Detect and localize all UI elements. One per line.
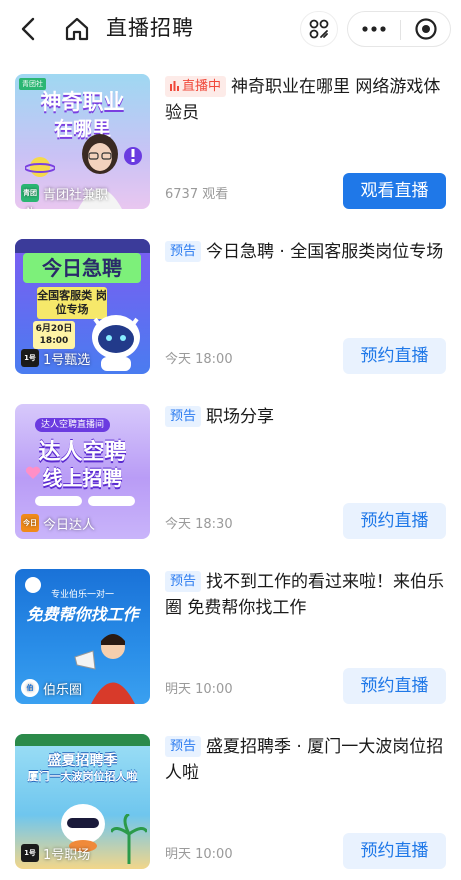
source-name: 1号甄选 xyxy=(43,352,91,368)
reserve-live-button[interactable]: 预约直播 xyxy=(343,833,446,869)
source-logo: 1号 xyxy=(21,349,39,367)
item-info: 直播中 神奇职业在哪里 网络游戏体验员 xyxy=(165,74,450,126)
source-name: 青团社兼职 xyxy=(43,187,109,203)
start-time: 今天 18:30 xyxy=(165,517,233,532)
target-close-icon xyxy=(415,18,437,40)
poster-image: 专业伯乐一对一 免费帮你找工作 伯 伯乐圈 xyxy=(15,569,150,704)
megaphone-person-illustration xyxy=(74,634,135,704)
poster-image: 今日急聘 全国客服类 岗位专场 6月20日 18:00 1号 1号甄选 xyxy=(15,239,150,374)
preview-badge: 预告 xyxy=(165,241,202,262)
start-time: 今天 18:00 xyxy=(165,352,233,367)
live-badge: 直播中 xyxy=(165,76,227,97)
scan-button[interactable] xyxy=(300,11,338,47)
robot-mascot-illustration xyxy=(92,315,140,371)
preview-badge: 预告 xyxy=(165,571,202,592)
nav-bar: 直播招聘 xyxy=(0,0,461,58)
poster-source: 青团社 青团社兼职 xyxy=(21,183,109,209)
heart-icon xyxy=(25,466,41,479)
source-logo: 今日 xyxy=(21,514,39,532)
mini-program-capsule xyxy=(347,11,451,47)
source-name: 1号职场 xyxy=(43,847,91,863)
scan-icon xyxy=(309,19,329,39)
poster-source: 今日 今日达人 xyxy=(21,513,95,533)
item-title: 盛夏招聘季 · 厦门一大波岗位招人啦 xyxy=(165,737,444,783)
poster-image: 青团社 神奇职业 在哪里 青团社 青团社兼职 xyxy=(15,74,150,209)
item-info: 预告 找不到工作的看过来啦！来伯乐圈 免费帮你找工作 xyxy=(165,569,450,621)
poster-heading: 盛夏招聘季 xyxy=(47,753,118,769)
source-logo: 伯 xyxy=(21,679,39,697)
reserve-live-button[interactable]: 预约直播 xyxy=(343,668,446,704)
poster-image: 盛夏招聘季 厦门一大波岗位招人啦 1号 1号职场 xyxy=(15,734,150,869)
item-info: 预告 盛夏招聘季 · 厦门一大波岗位招人啦 xyxy=(165,734,450,786)
list-item[interactable]: 专业伯乐一对一 免费帮你找工作 伯 伯乐圈 预告 找不到工作的看过来啦！来伯乐圈 … xyxy=(0,553,461,704)
poster-source: 1号 1号职场 xyxy=(21,843,90,863)
live-bars-icon xyxy=(170,81,179,91)
item-title: 找不到工作的看过来啦！来伯乐圈 免费帮你找工作 xyxy=(165,572,445,618)
close-button[interactable] xyxy=(400,12,452,46)
poster-subheading: 免费帮你找工作 xyxy=(26,605,139,624)
poster-image: 达人空聘直播间 达人空聘 线上招聘 今日 今日达人 xyxy=(15,404,150,539)
item-title-block: 预告 盛夏招聘季 · 厦门一大波岗位招人啦 xyxy=(165,734,450,786)
poster-pill xyxy=(88,496,135,506)
source-logo: 青团社 xyxy=(21,184,39,209)
poster-source: 伯 伯乐圈 xyxy=(21,678,82,698)
palm-leaf-illustration xyxy=(111,814,147,864)
poster-heading: 今日急聘 xyxy=(23,253,141,283)
preview-badge: 预告 xyxy=(165,736,202,757)
item-title: 职场分享 xyxy=(206,407,275,427)
poster-colorbar xyxy=(15,239,150,253)
planet-illustration xyxy=(25,157,55,177)
start-time: 明天 10:00 xyxy=(165,682,233,697)
item-title-block: 预告 今日急聘 · 全国客服类岗位专场 xyxy=(165,239,450,265)
chevron-left-icon xyxy=(21,17,35,41)
item-info: 预告 职场分享 xyxy=(165,404,450,430)
source-name: 今日达人 xyxy=(43,517,96,533)
item-title-block: 预告 找不到工作的看过来啦！来伯乐圈 免费帮你找工作 xyxy=(165,569,450,621)
source-logo: 1号 xyxy=(21,844,39,862)
reserve-live-button[interactable]: 预约直播 xyxy=(343,338,446,374)
reserve-live-button[interactable]: 预约直播 xyxy=(343,503,446,539)
list-item[interactable]: 青团社 神奇职业 在哪里 青团社 青团社兼职 xyxy=(0,58,461,209)
poster-heading: 专业伯乐一对一 xyxy=(50,590,114,600)
poster-source: 1号 1号甄选 xyxy=(21,348,90,368)
watch-live-button[interactable]: 观看直播 xyxy=(343,173,446,209)
start-time: 明天 10:00 xyxy=(165,847,233,862)
view-count: 6737 观看 xyxy=(165,187,229,202)
list-item[interactable]: 盛夏招聘季 厦门一大波岗位招人啦 1号 1号职场 预告 盛夏招聘季 · 厦门一大波… xyxy=(0,718,461,869)
poster-date: 6月20日 18:00 xyxy=(33,321,75,349)
item-title: 今日急聘 · 全国客服类岗位专场 xyxy=(206,242,444,262)
item-title-block: 预告 职场分享 xyxy=(165,404,450,430)
item-title-block: 直播中 神奇职业在哪里 网络游戏体验员 xyxy=(165,74,450,126)
list-item[interactable]: 今日急聘 全国客服类 岗位专场 6月20日 18:00 1号 1号甄选 预告 今日… xyxy=(0,223,461,374)
home-button[interactable] xyxy=(62,14,92,44)
more-dots-icon xyxy=(362,26,386,32)
list-item[interactable]: 达人空聘直播间 达人空聘 线上招聘 今日 今日达人 预告 职场分享 今天 18:3… xyxy=(0,388,461,539)
poster-pill xyxy=(35,496,82,506)
item-info: 预告 今日急聘 · 全国客服类岗位专场 xyxy=(165,239,450,265)
page-title: 直播招聘 xyxy=(106,16,194,40)
preview-badge: 预告 xyxy=(165,406,202,427)
more-button[interactable] xyxy=(348,12,400,46)
back-button[interactable] xyxy=(14,14,44,44)
poster-tag: 达人空聘直播间 xyxy=(35,418,111,432)
poster-heading: 神奇职业 xyxy=(40,90,125,114)
badge-label: 直播中 xyxy=(182,79,222,94)
poster-subheading: 厦门一大波岗位招人啦 xyxy=(27,770,138,783)
poster-pills xyxy=(35,496,135,506)
poster-colorbar xyxy=(15,734,150,746)
home-icon xyxy=(65,17,89,41)
source-name: 伯乐圈 xyxy=(43,682,83,698)
exclamation-icon xyxy=(124,147,142,165)
